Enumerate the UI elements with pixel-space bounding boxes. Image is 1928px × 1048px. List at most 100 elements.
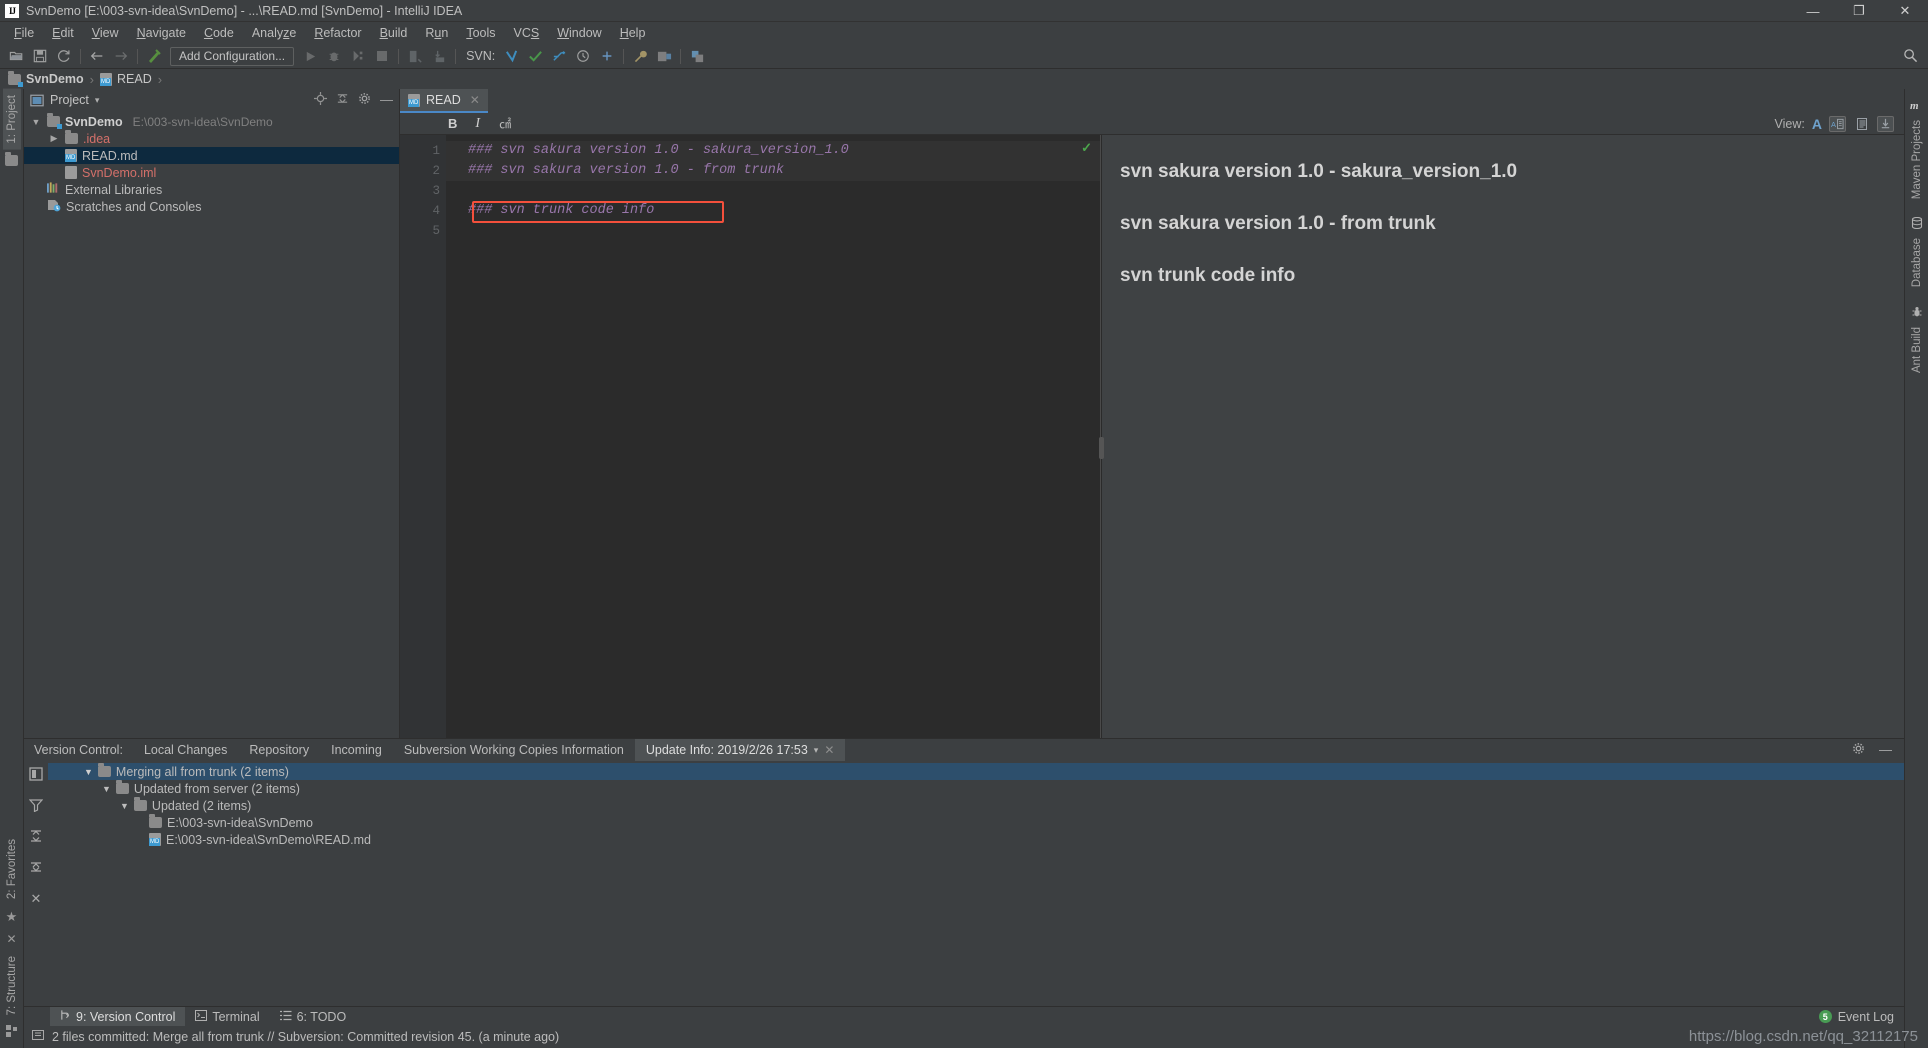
menu-edit[interactable]: Edit [43, 24, 83, 42]
sidebar-tab-maven-projects[interactable]: Maven Projects [1908, 114, 1926, 205]
forward-arrow-icon[interactable] [109, 45, 133, 67]
vcs-tree-row-readmd-path[interactable]: E:\003-svn-idea\SvnDemo\READ.md [48, 831, 1904, 848]
editor-tab-read[interactable]: READ ✕ [400, 89, 488, 113]
stop-icon[interactable] [370, 45, 394, 67]
filter-icon[interactable] [28, 798, 44, 815]
expand-all-icon[interactable] [29, 829, 43, 846]
close-favorites-icon[interactable]: ✕ [6, 928, 16, 950]
save-all-icon[interactable] [28, 45, 52, 67]
code-line-4[interactable]: ### svn trunk code info [446, 201, 1100, 221]
settings-gear-icon[interactable] [358, 92, 371, 108]
tree-row-external-libraries[interactable]: External Libraries [24, 181, 399, 198]
svn-commit-icon[interactable] [523, 45, 547, 67]
sidebar-tab-structure[interactable]: 7: Structure [3, 950, 21, 1021]
vcs-tree-row-merging[interactable]: ▼ Merging all from trunk (2 items) [48, 763, 1904, 780]
vcs-tab-incoming[interactable]: Incoming [320, 740, 393, 760]
menu-navigate[interactable]: Navigate [128, 24, 195, 42]
add-configuration-button[interactable]: Add Configuration... [170, 46, 295, 66]
bottom-tab-terminal[interactable]: Terminal [185, 1007, 269, 1027]
code-line-5[interactable] [446, 221, 1100, 241]
vcs-tab-working-copies[interactable]: Subversion Working Copies Information [393, 740, 635, 760]
menu-help[interactable]: Help [611, 24, 655, 42]
settings-wrench-icon[interactable] [628, 45, 652, 67]
sidebar-tab-project[interactable]: 1: Project [2, 89, 21, 150]
collapse-all-icon[interactable] [336, 92, 349, 108]
project-panel-title[interactable]: Project ▾ [30, 93, 99, 107]
scroll-sync-icon[interactable] [1877, 115, 1894, 132]
close-tab-icon[interactable]: ✕ [470, 93, 480, 107]
svn-update-icon[interactable] [499, 45, 523, 67]
menu-view[interactable]: View [83, 24, 128, 42]
close-icon[interactable]: ✕ [824, 743, 834, 757]
split-editor-preview-icon[interactable]: A [1829, 115, 1846, 132]
vcs-tab-repository[interactable]: Repository [238, 740, 320, 760]
breadcrumb-item-file[interactable]: READ [100, 72, 152, 86]
svn-shelve-icon[interactable] [595, 45, 619, 67]
text-only-icon[interactable]: A [1812, 116, 1822, 132]
locate-target-icon[interactable] [314, 92, 327, 108]
update-info-tree[interactable]: ▼ Merging all from trunk (2 items) ▼ Upd… [48, 761, 1904, 1006]
menu-run[interactable]: Run [416, 24, 457, 42]
chevron-down-icon[interactable]: ▾ [814, 745, 819, 756]
svn-revert-icon[interactable] [547, 45, 571, 67]
remove-icon[interactable]: ✕ [31, 891, 42, 907]
menu-build[interactable]: Build [371, 24, 417, 42]
italic-button[interactable]: I [475, 116, 480, 132]
menu-vcs[interactable]: VCS [505, 24, 549, 42]
tree-row-idea[interactable]: ▶ .idea [24, 130, 399, 147]
breadcrumb-item-module[interactable]: SvnDemo [8, 70, 84, 87]
code-line-1[interactable]: ### svn sakura version 1.0 - sakura_vers… [446, 141, 1100, 161]
run-coverage-icon[interactable] [346, 45, 370, 67]
code-editor[interactable]: 1 2 3 4 5 ### svn sakura version 1.0 - s… [400, 135, 1100, 738]
vcs-tree-row-updated-from-server[interactable]: ▼ Updated from server (2 items) [48, 780, 1904, 797]
expand-arrow-icon[interactable]: ▼ [30, 117, 42, 127]
menu-refactor[interactable]: Refactor [305, 24, 370, 42]
sidebar-tab-ant-build[interactable]: Ant Build [1908, 321, 1926, 379]
menu-tools[interactable]: Tools [457, 24, 504, 42]
vcs-tree-row-svndemo-path[interactable]: E:\003-svn-idea\SvnDemo [48, 814, 1904, 831]
maximize-button[interactable]: ❐ [1836, 0, 1882, 22]
bold-button[interactable]: B [448, 116, 457, 131]
tree-row-svndemo[interactable]: ▼ SvnDemo E:\003-svn-idea\SvnDemo [24, 113, 399, 130]
hide-panel-icon[interactable]: — [1879, 743, 1892, 756]
collapse-arrow-icon[interactable]: ▶ [48, 133, 60, 144]
tree-row-iml[interactable]: SvnDemo.iml [24, 164, 399, 181]
settings-gear-icon[interactable] [1852, 742, 1865, 758]
vcs-tab-local-changes[interactable]: Local Changes [133, 740, 238, 760]
group-by-icon[interactable] [29, 767, 43, 784]
event-log-button[interactable]: 5 Event Log [1818, 1010, 1904, 1024]
build-hammer-icon[interactable] [142, 45, 166, 67]
vcs-tree-row-updated[interactable]: ▼ Updated (2 items) [48, 797, 1904, 814]
menu-file[interactable]: File [5, 24, 43, 42]
chevron-down-icon[interactable]: ▾ [95, 95, 100, 106]
status-message[interactable]: 2 files committed: Merge all from trunk … [52, 1030, 559, 1044]
tree-row-readmd[interactable]: READ.md [24, 147, 399, 164]
code-line-3[interactable] [446, 181, 1100, 201]
hide-panel-icon[interactable]: — [380, 93, 393, 106]
menu-code[interactable]: Code [195, 24, 243, 42]
close-button[interactable]: ✕ [1882, 0, 1928, 22]
expand-arrow-icon[interactable]: ▼ [84, 767, 93, 777]
svn-history-icon[interactable] [571, 45, 595, 67]
code-span-button[interactable]: ㎠ [498, 114, 512, 133]
collapse-all-icon[interactable] [29, 860, 43, 877]
sync-refresh-icon[interactable] [52, 45, 76, 67]
bottom-tab-version-control[interactable]: 9: Version Control [50, 1006, 186, 1027]
import-icon[interactable] [403, 45, 427, 67]
bottom-tab-todo[interactable]: 6: TODO [270, 1007, 357, 1027]
expand-arrow-icon[interactable]: ▼ [120, 801, 129, 811]
menu-analyze[interactable]: Analyze [243, 24, 305, 42]
project-structure-icon[interactable] [652, 45, 676, 67]
sidebar-tab-favorites[interactable]: 2: Favorites [3, 833, 21, 905]
open-folder-icon[interactable] [4, 45, 28, 67]
inspection-status-icon[interactable]: ✓ [1081, 140, 1092, 156]
search-everywhere-icon[interactable] [1903, 48, 1918, 66]
export-icon[interactable] [427, 45, 451, 67]
back-arrow-icon[interactable] [85, 45, 109, 67]
split-divider[interactable] [1099, 135, 1104, 738]
code-line-2[interactable]: ### svn sakura version 1.0 - from trunk [446, 161, 1100, 181]
project-tree[interactable]: ▼ SvnDemo E:\003-svn-idea\SvnDemo ▶ .ide… [24, 111, 399, 738]
menu-window[interactable]: Window [548, 24, 610, 42]
sidebar-tab-database[interactable]: Database [1908, 232, 1926, 293]
preview-only-icon[interactable] [1853, 116, 1870, 132]
